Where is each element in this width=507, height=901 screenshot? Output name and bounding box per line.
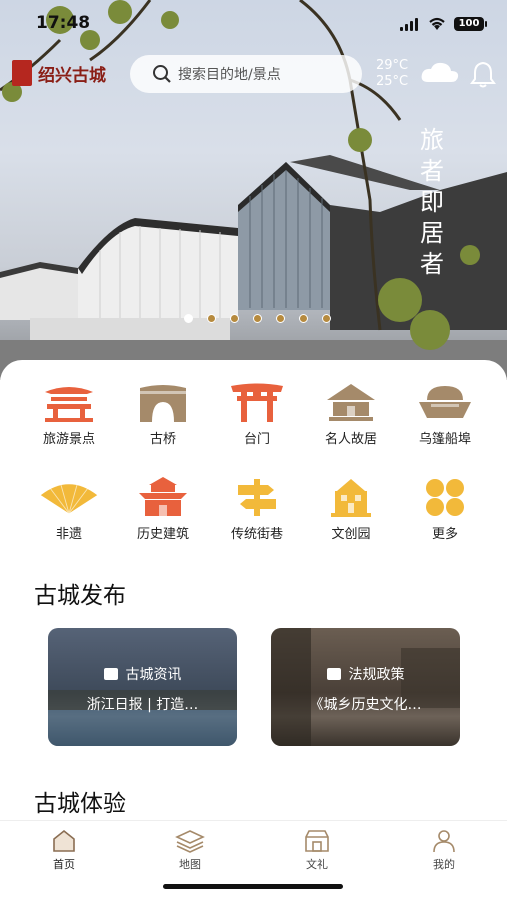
seal-icon [12, 60, 32, 86]
card-title: 《城乡历史文化… [309, 697, 422, 713]
carousel-dot[interactable] [253, 314, 262, 323]
search-icon [153, 65, 171, 83]
temp-high: 29°C [376, 58, 409, 73]
category-tai-gate[interactable]: 台门 [210, 380, 304, 447]
card-category: 法规政策 [271, 664, 460, 684]
gate-icon [227, 380, 287, 424]
search-placeholder: 搜索目的地/景点 [178, 67, 281, 83]
card-category: 古城资讯 [48, 664, 237, 684]
fan-icon [39, 475, 99, 519]
logo-text: 绍兴古城 [38, 65, 106, 86]
tab-label: 首页 [53, 858, 75, 871]
more-grid-icon [415, 475, 475, 519]
app-logo: 绍兴古城 [12, 60, 106, 86]
card-thumbnail [271, 628, 460, 746]
cloud-icon [421, 62, 459, 82]
card-title: 浙江日报 | 打造… [86, 697, 199, 713]
bell-icon[interactable] [470, 60, 496, 88]
building-icon [133, 475, 193, 519]
card-category-label: 法规政策 [348, 667, 405, 683]
policy-icon [326, 668, 341, 680]
weather-widget[interactable]: 29°C 25°C [376, 58, 408, 90]
signpost-icon [227, 475, 287, 519]
section-title-experience: 古城体验 [34, 791, 126, 817]
carousel-dot[interactable] [276, 314, 285, 323]
policy-card[interactable]: 法规政策 《城乡历史文化… [271, 628, 460, 746]
shop-icon [305, 830, 329, 852]
category-more[interactable]: 更多 [398, 475, 492, 542]
carousel-dot[interactable] [230, 314, 239, 323]
home-icon [53, 829, 75, 852]
category-label: 古桥 [149, 432, 176, 447]
category-label: 非遗 [55, 527, 82, 542]
status-time: 17:48 [36, 13, 91, 33]
category-boat-dock[interactable]: 乌篷船埠 [398, 380, 492, 447]
category-historic-building[interactable]: 历史建筑 [116, 475, 210, 542]
wifi-icon [429, 17, 445, 30]
map-layers-icon [175, 830, 205, 853]
tab-profile[interactable]: 我的 [414, 829, 474, 872]
search-bar[interactable]: 搜索目的地/景点 [130, 55, 362, 93]
category-traditional-alleys[interactable]: 传统街巷 [210, 475, 304, 542]
tab-label: 我的 [433, 858, 455, 871]
section-title-publish: 古城发布 [34, 583, 126, 609]
tab-label: 地图 [179, 858, 201, 871]
user-icon [433, 830, 455, 853]
temp-low: 25°C [376, 74, 409, 89]
tab-home[interactable]: 首页 [34, 829, 94, 872]
home-indicator [163, 884, 343, 889]
category-ancient-bridge[interactable]: 古桥 [116, 380, 210, 447]
category-label: 更多 [431, 527, 458, 542]
status-bar: 17:48 100 [0, 0, 507, 48]
tab-label: 文礼 [306, 858, 328, 871]
card-category-label: 古城资讯 [125, 667, 182, 683]
carousel-dot[interactable] [322, 314, 331, 323]
category-label: 台门 [243, 432, 270, 447]
news-card[interactable]: 古城资讯 浙江日报 | 打造… [48, 628, 237, 746]
category-former-residence[interactable]: 名人故居 [304, 380, 398, 447]
carousel-dot[interactable] [184, 314, 193, 323]
category-label: 传统街巷 [230, 527, 283, 542]
category-label: 旅游景点 [42, 432, 95, 447]
category-label: 文创园 [331, 527, 371, 542]
battery-icon: 100 [454, 17, 487, 31]
carousel-dot[interactable] [207, 314, 216, 323]
category-intangible-heritage[interactable]: 非遗 [22, 475, 116, 542]
park-icon [321, 475, 381, 519]
tab-map[interactable]: 地图 [160, 829, 220, 872]
hero-slogan: 旅者即居者 [420, 126, 444, 278]
tab-gifts[interactable]: 文礼 [287, 829, 347, 872]
boat-icon [415, 380, 475, 424]
category-label: 名人故居 [324, 432, 377, 447]
bridge-icon [133, 380, 193, 424]
signal-icon [400, 18, 418, 31]
category-label: 乌篷船埠 [418, 432, 471, 447]
category-scenic-spots[interactable]: 旅游景点 [22, 380, 116, 447]
card-thumbnail [48, 690, 237, 746]
category-creative-park[interactable]: 文创园 [304, 475, 398, 542]
category-label: 历史建筑 [136, 527, 189, 542]
category-grid: 旅游景点 古桥 台门 名人故居 乌篷船埠 非遗 历史建筑 传统街巷 文创园 更多 [22, 380, 492, 542]
hero-banner[interactable]: 17:48 100 绍兴古城 搜索目的地/景点 29°C 25°C 旅者即居者 [0, 0, 507, 380]
pavilion-icon [39, 380, 99, 424]
carousel-indicator[interactable] [184, 314, 331, 323]
house-icon [321, 380, 381, 424]
news-icon [103, 668, 118, 680]
carousel-dot[interactable] [299, 314, 308, 323]
